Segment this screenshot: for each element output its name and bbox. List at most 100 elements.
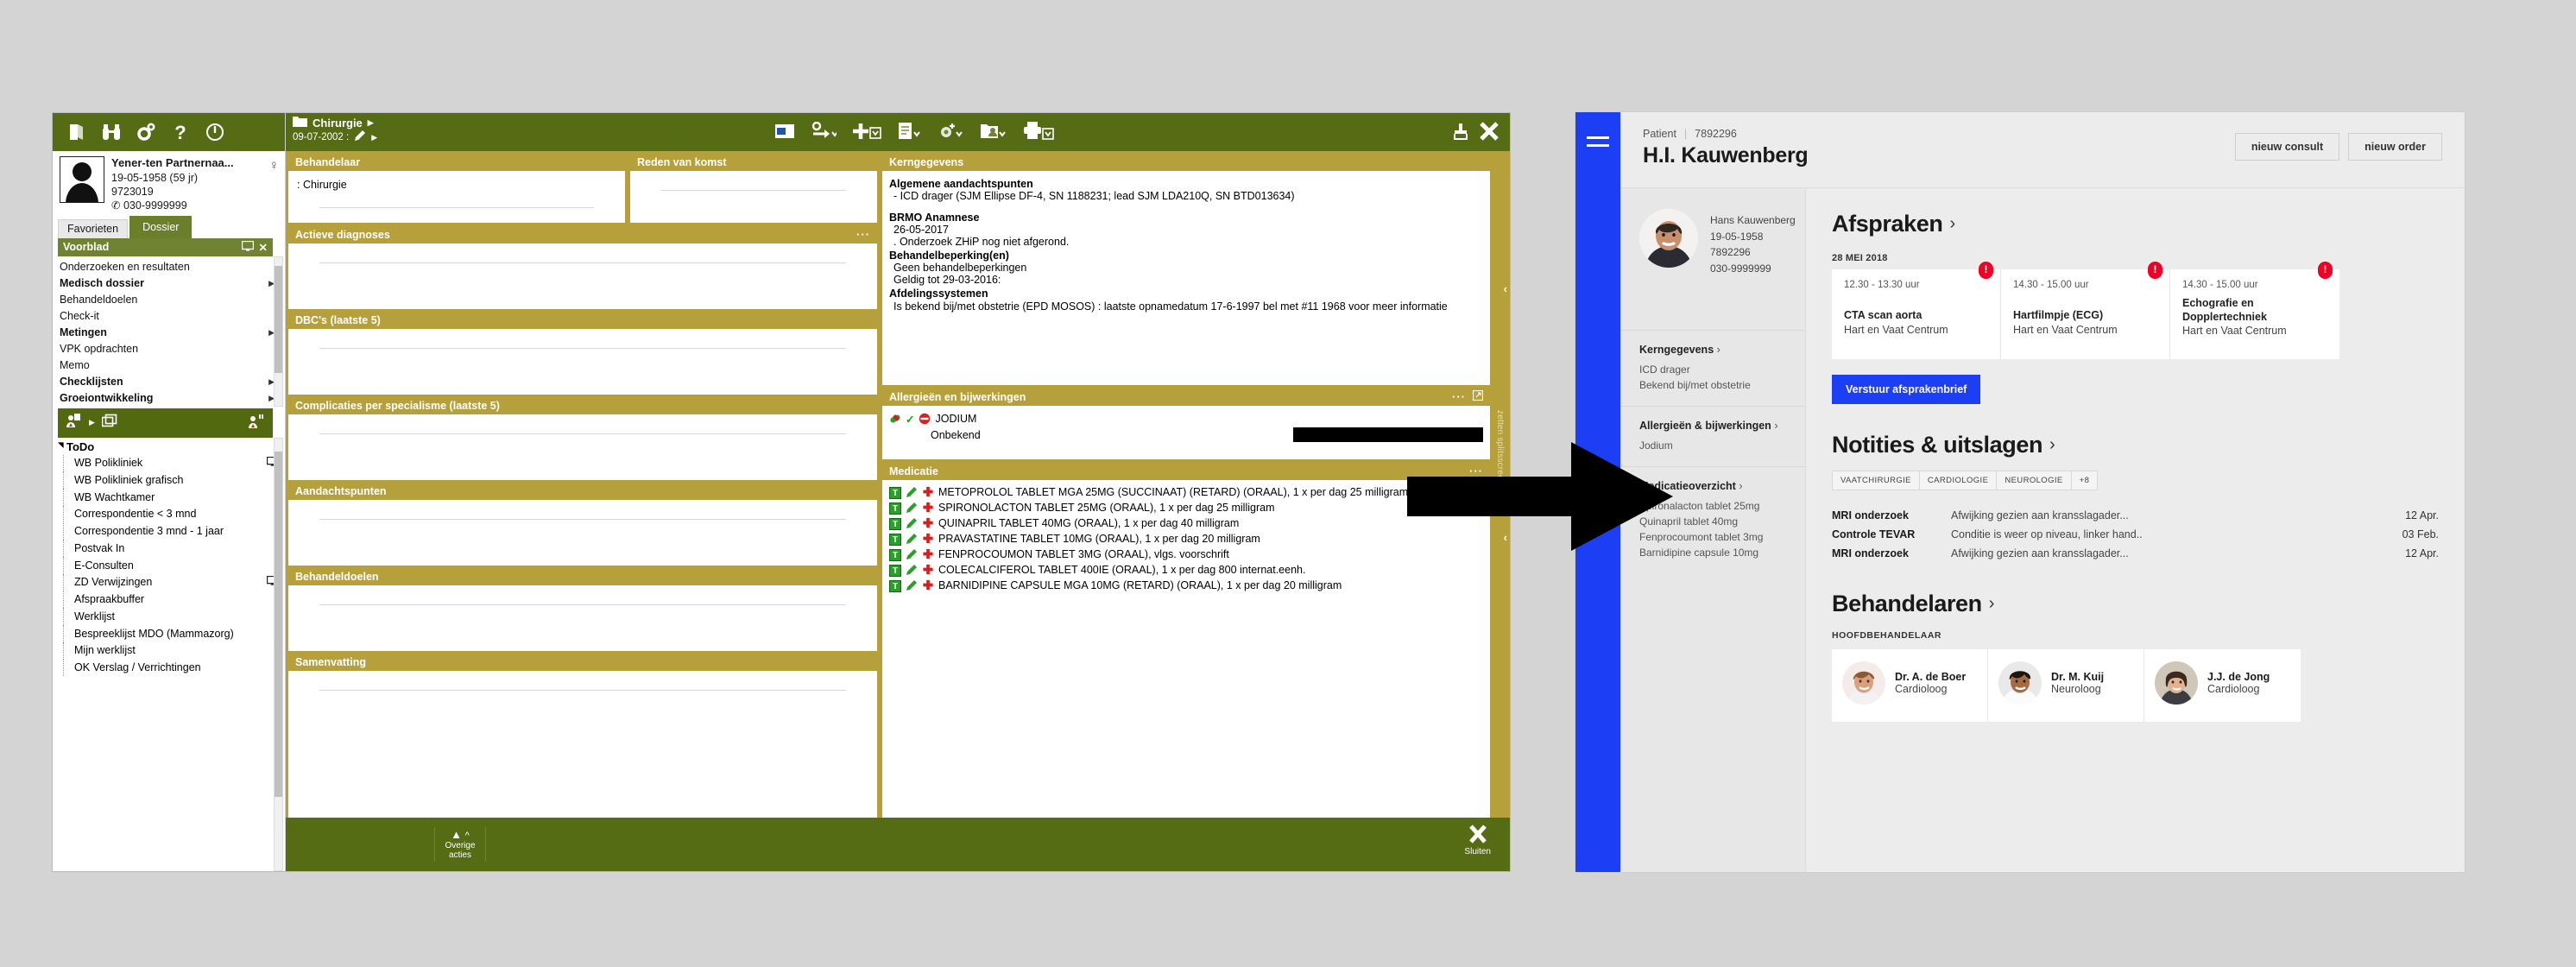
pencil-icon[interactable] — [906, 564, 918, 578]
chevron-right-icon[interactable]: ▶ — [368, 118, 374, 128]
afspraken-heading[interactable]: Afspraken › — [1832, 211, 2439, 237]
power-icon[interactable] — [205, 122, 225, 142]
sidebar-item-groeiontwikkeling[interactable]: Groeiontwikkeling ▶ — [58, 390, 280, 407]
medication-row[interactable]: T PRAVASTATINE TABLET 10MG (ORAAL), 1 x p… — [889, 532, 1483, 547]
nav-scrollbar[interactable] — [274, 256, 283, 407]
breadcrumb-specialty[interactable]: Chirurgie — [313, 117, 363, 130]
pencil-icon[interactable] — [906, 533, 918, 547]
plus-icon[interactable] — [852, 121, 881, 144]
red-cross-icon[interactable] — [922, 564, 934, 578]
gears-icon[interactable] — [136, 122, 156, 142]
red-cross-icon[interactable] — [922, 486, 934, 500]
red-cross-icon[interactable] — [922, 502, 934, 515]
chevron-right-icon[interactable]: ▶ — [371, 133, 377, 142]
chip-neurologie[interactable]: NEUROLOGIE — [1996, 471, 2072, 490]
sidebar-item-memo[interactable]: Memo — [58, 357, 280, 374]
medication-row[interactable]: T QUINAPRIL TABLET 40MG (ORAAL), 1 x per … — [889, 516, 1483, 532]
sidebar-item-behandeldoelen[interactable]: Behandeldoelen — [58, 292, 280, 308]
behandelaren-heading[interactable]: Behandelaren › — [1832, 591, 2439, 617]
sluiten-button[interactable]: Sluiten — [1464, 824, 1491, 856]
practitioner-card[interactable]: J.J. de Jong Cardioloog — [2144, 649, 2301, 722]
pencil-icon[interactable] — [906, 579, 918, 593]
list-item[interactable]: Postvak In — [63, 540, 280, 558]
list-item[interactable]: MRI onderzoek Afwijking gezien aan krans… — [1832, 544, 2439, 563]
medication-row[interactable]: T FENPROCOUMON TABLET 3MG (ORAAL), vlgs. … — [889, 547, 1483, 563]
patient-doc-icon[interactable] — [65, 413, 82, 433]
sidebar-item-medisch-dossier[interactable]: Medisch dossier ▶ — [58, 275, 280, 292]
tab-dossier[interactable]: Dossier — [129, 215, 193, 238]
overige-acties-button[interactable]: ▲ ^ Overige acties — [434, 826, 486, 863]
nieuw-order-button[interactable]: nieuw order — [2348, 133, 2442, 161]
monitor-icon[interactable] — [241, 240, 254, 254]
list-item[interactable]: MRI onderzoek Afwijking gezien aan krans… — [1832, 506, 2439, 525]
more-options-icon[interactable]: ··· — [856, 228, 870, 241]
sidebar-item-onderzoeken[interactable]: Onderzoeken en resultaten — [58, 259, 280, 275]
list-item[interactable]: WB Wachtkamer — [63, 489, 280, 506]
list-item[interactable]: Werklijst — [63, 608, 280, 626]
tab-favorieten[interactable]: Favorieten — [58, 218, 129, 238]
practitioner-card[interactable]: Dr. A. de Boer Cardioloog — [1832, 649, 1988, 722]
more-options-icon[interactable]: ··· — [1452, 390, 1466, 403]
pen-icon[interactable] — [354, 130, 366, 144]
chip-vaatchirurgie[interactable]: VAATCHIRURGIE — [1832, 471, 1920, 490]
nieuw-consult-button[interactable]: nieuw consult — [2234, 133, 2340, 161]
collapse-chevron-icon[interactable]: ‹ — [1504, 282, 1507, 295]
chip-cardiologie[interactable]: CARDIOLOGIE — [1918, 471, 1998, 490]
list-item[interactable]: Bespreeklijst MDO (Mammazorg) — [63, 625, 280, 642]
close-icon[interactable]: ✕ — [259, 241, 268, 254]
todo-scrollbar[interactable] — [274, 437, 283, 871]
chip-more[interactable]: +8 — [2070, 471, 2099, 490]
red-cross-icon[interactable] — [922, 579, 934, 593]
copy-stack-icon[interactable] — [101, 414, 119, 432]
patient-search-icon[interactable] — [247, 413, 266, 433]
binoculars-icon[interactable] — [101, 122, 122, 142]
sidebar-item-check-it[interactable]: Check-it — [58, 308, 280, 325]
pencil-icon[interactable] — [906, 548, 918, 562]
medication-row[interactable]: T METOPROLOL TABLET MGA 25MG (SUCCINAAT) … — [889, 485, 1483, 501]
medication-row[interactable]: T COLECALCIFEROL TABLET 400IE (ORAAL), 1 … — [889, 563, 1483, 578]
close-icon[interactable] — [1479, 121, 1500, 144]
pencil-icon[interactable] — [906, 517, 918, 531]
printer-icon[interactable] — [1023, 121, 1054, 144]
list-item[interactable]: Correspondentie 3 mnd - 1 jaar — [63, 522, 280, 540]
document-icon[interactable] — [897, 122, 923, 143]
practitioner-card[interactable]: Dr. M. Kuij Neuroloog — [1988, 649, 2144, 722]
list-item[interactable]: WB Polikliniek grafisch — [63, 471, 280, 490]
expand-icon[interactable] — [1472, 389, 1484, 403]
verstuur-afsprakenbrief-button[interactable]: Verstuur afsprakenbrief — [1832, 375, 1981, 404]
red-cross-icon[interactable] — [922, 533, 934, 547]
pencil-icon[interactable] — [906, 502, 918, 515]
person-card-icon[interactable] — [980, 122, 1007, 143]
appointment-card[interactable]: ! 14.30 - 15.00 uur Echografie en Dopple… — [2170, 262, 2339, 359]
appointment-card[interactable]: ! 12.30 - 13.30 uur CTA scan aorta Hart … — [1832, 262, 2001, 359]
list-item[interactable]: WB Polikliniek — [63, 454, 280, 472]
todo-title[interactable]: ToDo — [58, 439, 280, 455]
help-icon[interactable]: ? — [170, 122, 191, 142]
sidebar-block-title[interactable]: Kerngegevens › — [1639, 344, 1788, 356]
appointment-card[interactable]: ! 14.30 - 15.00 uur Hartfilmpje (ECG) Ha… — [2001, 262, 2170, 359]
red-cross-icon[interactable] — [922, 548, 934, 562]
sidebar-block-title[interactable]: Allergieën & bijwerkingen › — [1639, 420, 1788, 432]
list-item[interactable]: Correspondentie < 3 mnd — [63, 505, 280, 523]
target-plus-icon[interactable] — [938, 122, 964, 143]
list-item[interactable]: Mijn werklijst — [63, 642, 280, 660]
list-item[interactable]: Afspraakbuffer — [63, 591, 280, 609]
red-cross-icon[interactable] — [922, 517, 934, 531]
sidebar-item-vpk-opdrachten[interactable]: VPK opdrachten — [58, 341, 280, 357]
list-item[interactable]: OK Verslag / Verrichtingen — [63, 659, 280, 677]
pin-icon[interactable] — [1451, 122, 1470, 143]
chevron-right-icon[interactable]: ▶ — [89, 418, 95, 427]
file-window-icon[interactable] — [774, 123, 795, 142]
notities-heading[interactable]: Notities & uitslagen › — [1832, 432, 2439, 458]
medication-row[interactable]: T BARNIDIPINE CAPSULE MGA 10MG (RETARD) (… — [889, 578, 1483, 594]
pencil-icon[interactable] — [906, 486, 918, 500]
list-item[interactable]: ZD Verwijzingen — [63, 573, 280, 591]
list-item[interactable]: E-Consulten — [63, 557, 280, 574]
medication-row[interactable]: T SPIRONOLACTON TABLET 25MG (ORAAL), 1 x … — [889, 501, 1483, 516]
list-item[interactable]: Controle TEVAR Conditie is weer op nivea… — [1832, 525, 2439, 544]
person-go-icon[interactable] — [811, 121, 838, 143]
panel-title: Actieve diagnoses — [295, 228, 390, 241]
sidebar-item-metingen[interactable]: Metingen ▶ — [58, 325, 280, 341]
sidebar-item-checklijsten[interactable]: Checklijsten ▶ — [58, 374, 280, 390]
book-icon[interactable] — [66, 122, 87, 142]
